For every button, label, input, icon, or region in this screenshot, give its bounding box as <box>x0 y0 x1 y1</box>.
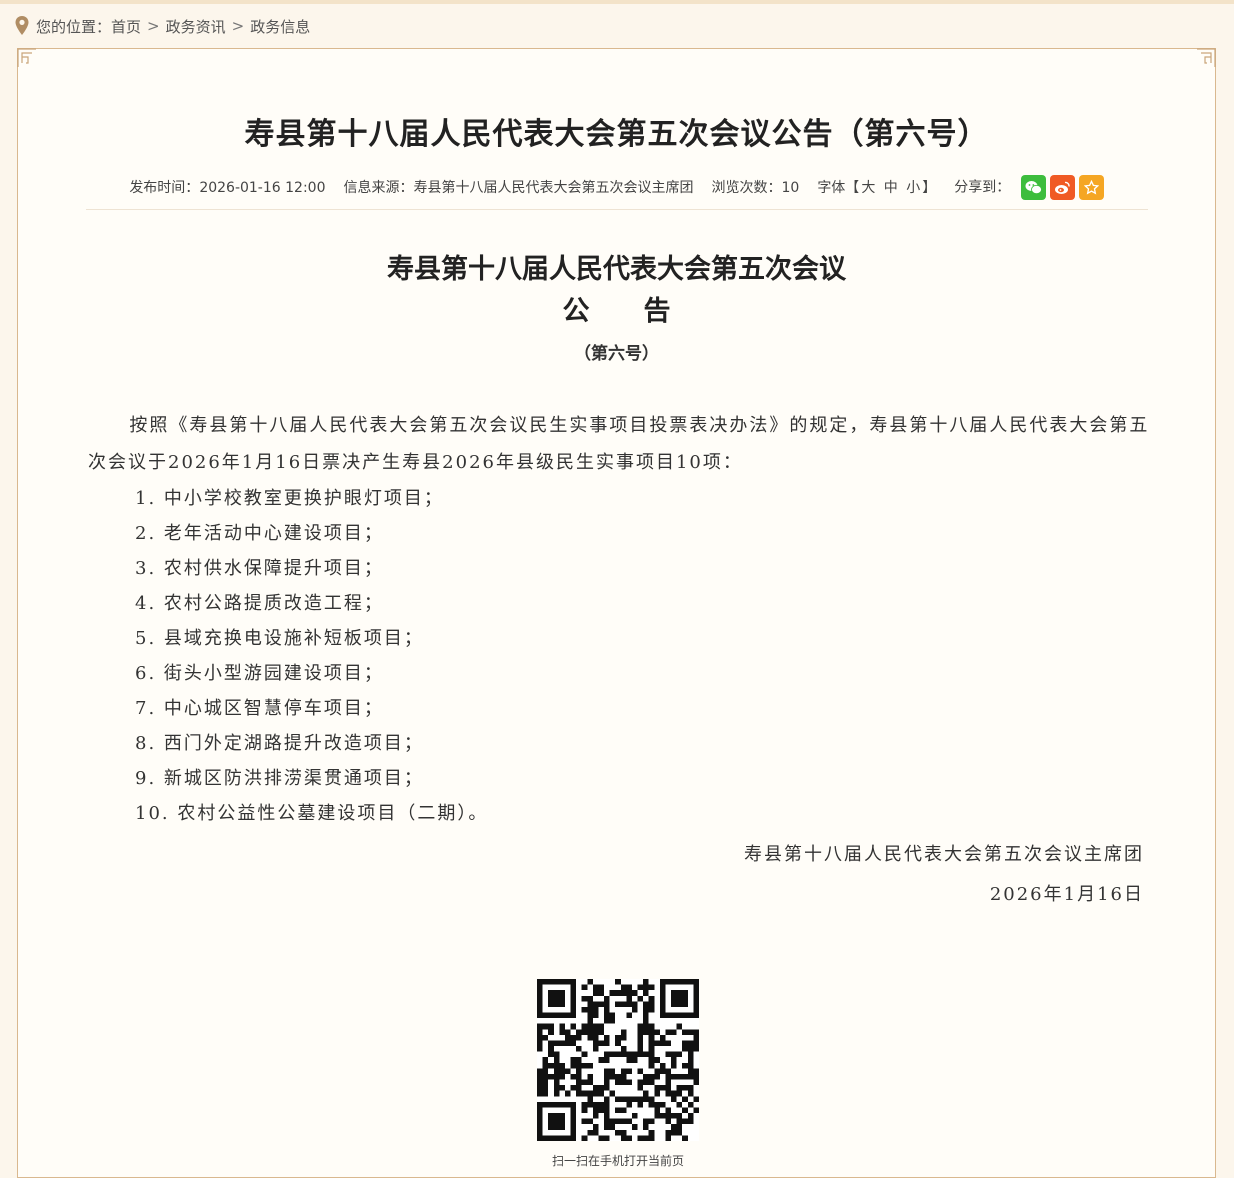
qr-code-block: 扫一扫在手机打开当前页 <box>537 979 699 1169</box>
top-accent-line <box>0 0 1234 4</box>
signature: 寿县第十八届人民代表大会第五次会议主席团 <box>744 844 1144 865</box>
source-value: 寿县第十八届人民代表大会第五次会议主席团 <box>413 180 694 196</box>
publish-value: 2026-01-16 12:00 <box>199 180 326 196</box>
document-heading-notice: 公 告 <box>562 296 671 327</box>
breadcrumb-separator: > <box>147 17 160 35</box>
list-item: 6. 街头小型游园建设项目； <box>135 663 384 684</box>
font-size-control: 字体【大 中 小】 <box>817 177 936 197</box>
location-pin-icon <box>15 16 29 35</box>
list-item: 1. 中小学校教室更换护眼灯项目； <box>135 488 444 509</box>
breadcrumb: 您的位置： 首页 > 政务资讯 > 政务信息 <box>14 14 310 38</box>
document-body: 按照《寿县第十八届人民代表大会第五次会议民生实事项目投票表决办法》的规定，寿县第… <box>88 407 1150 831</box>
list-item: 3. 农村供水保障提升项目； <box>135 558 384 579</box>
weibo-icon[interactable] <box>1049 174 1075 200</box>
frame-corner-ornament <box>17 48 36 67</box>
font-size-medium-button[interactable]: 中 <box>884 180 898 196</box>
views-label: 浏览次数： <box>711 180 782 196</box>
project-list: 1. 中小学校教室更换护眼灯项目； 2. 老年活动中心建设项目； 3. 农村供水… <box>88 481 1150 831</box>
breadcrumb-news-link[interactable]: 政务资讯 <box>166 16 226 37</box>
frame-corner-ornament <box>1197 48 1216 67</box>
list-item: 7. 中心城区智慧停车项目； <box>135 698 384 719</box>
qr-code <box>537 979 699 1141</box>
share-label: 分享到： <box>954 179 1011 195</box>
breadcrumb-prefix: 您的位置： <box>36 17 112 36</box>
list-item: 9. 新城区防洪排涝渠贯通项目； <box>135 768 424 789</box>
view-count: 浏览次数：10 <box>711 177 799 197</box>
font-size-small-button[interactable]: 小 <box>906 180 920 196</box>
article-meta: 发布时间：2026-01-16 12:00 信息来源：寿县第十八届人民代表大会第… <box>18 174 1215 200</box>
breadcrumb-separator: > <box>231 17 245 35</box>
info-source: 信息来源：寿县第十八届人民代表大会第五次会议主席团 <box>343 177 693 197</box>
breadcrumb-home-link[interactable]: 首页 <box>111 16 141 37</box>
font-size-label: 字体【 <box>817 180 860 196</box>
publish-label: 发布时间： <box>129 180 200 196</box>
list-item: 8. 西门外定湖路提升改造项目； <box>135 733 424 754</box>
font-size-bracket: 】 <box>922 180 937 196</box>
views-value: 10 <box>781 180 800 196</box>
qr-caption: 扫一扫在手机打开当前页 <box>551 1154 684 1168</box>
font-size-large-button[interactable]: 大 <box>861 180 875 196</box>
share-bar: 分享到： <box>954 174 1104 200</box>
list-item: 4. 农村公路提质改造工程； <box>135 593 384 614</box>
list-item: 5. 县域充换电设施补短板项目； <box>135 628 424 649</box>
breadcrumb-info-link[interactable]: 政务信息 <box>250 16 310 37</box>
intro-paragraph: 按照《寿县第十八届人民代表大会第五次会议民生实事项目投票表决办法》的规定，寿县第… <box>88 415 1150 473</box>
signature-date: 2026年1月16日 <box>989 884 1144 905</box>
article-frame: 寿县第十八届人民代表大会第五次会议公告（第六号） 发布时间：2026-01-16… <box>17 48 1216 1178</box>
document-heading: 寿县第十八届人民代表大会第五次会议 <box>387 254 846 285</box>
article-title: 寿县第十八届人民代表大会第五次会议公告（第六号） <box>244 117 989 152</box>
signature-block: 寿县第十八届人民代表大会第五次会议主席团 2026年1月16日 <box>744 835 1144 915</box>
document-number: （第六号） <box>574 344 659 364</box>
wechat-icon[interactable] <box>1020 174 1046 200</box>
favorite-icon[interactable] <box>1078 174 1104 200</box>
publish-time: 发布时间：2026-01-16 12:00 <box>129 177 325 197</box>
list-item: 2. 老年活动中心建设项目； <box>135 523 384 544</box>
meta-divider <box>86 209 1148 210</box>
list-item: 10. 农村公益性公墓建设项目（二期）。 <box>135 803 489 824</box>
source-label: 信息来源： <box>343 180 414 196</box>
